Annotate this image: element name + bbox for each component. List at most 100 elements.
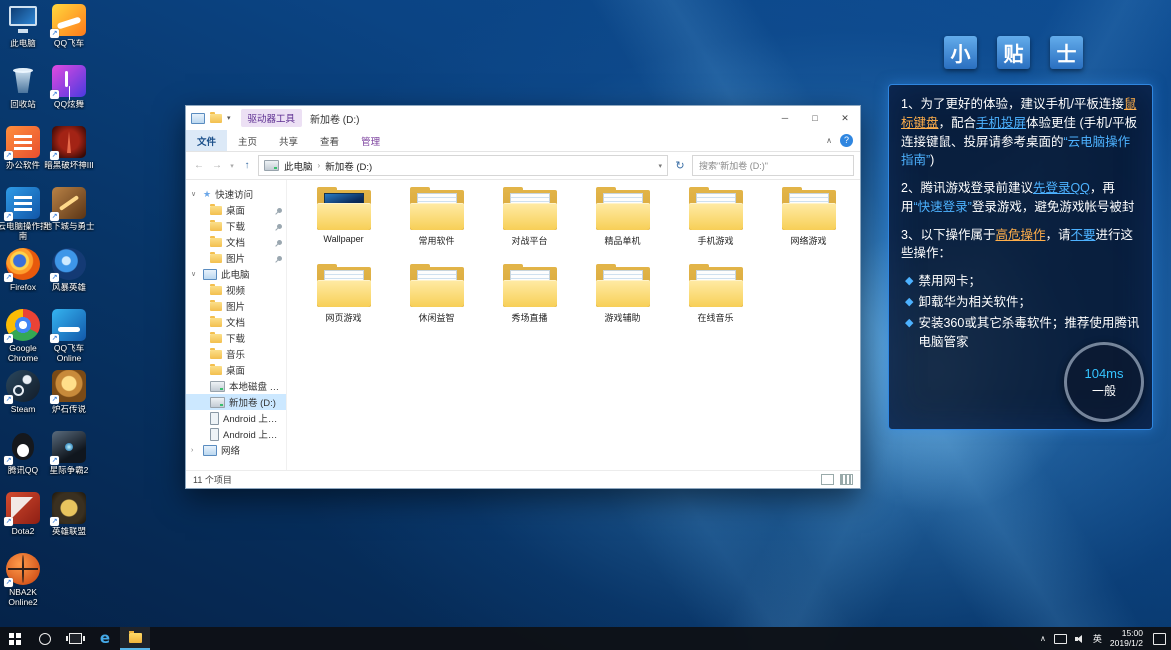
quick-access-toolbar[interactable]: ▾ <box>191 113 231 124</box>
tab-home[interactable]: 主页 <box>227 130 268 151</box>
details-view-icon[interactable] <box>821 474 834 485</box>
folder-item[interactable]: 网页游戏 <box>299 267 389 324</box>
desktop-icon-diablo3[interactable]: 暗黑破坏神III <box>46 126 92 187</box>
desktop-icon-tencent-qq[interactable]: 腾讯QQ <box>0 431 46 492</box>
desktop-icon-league-of-legends[interactable]: 英雄联盟 <box>46 492 92 553</box>
nav-item-new-volume-d[interactable]: 新加卷 (D:) <box>186 394 286 410</box>
volume-icon[interactable] <box>1075 634 1085 644</box>
desktop-icon-recycle-bin[interactable]: 回收站 <box>0 65 46 126</box>
nav-item-documents-pc[interactable]: 文档 <box>186 314 286 330</box>
folder-icon <box>317 190 371 230</box>
minimize-button[interactable]: ─ <box>770 106 800 130</box>
desktop-icon-qq-dance[interactable]: QQ炫舞 <box>46 65 92 126</box>
edge-button[interactable] <box>90 627 120 650</box>
desktop-icon-chrome[interactable]: Google Chrome <box>0 309 46 370</box>
nav-item-network[interactable]: ›网络 <box>186 442 286 458</box>
latency-badge[interactable]: 104ms 一般 <box>1064 342 1144 422</box>
tab-manage[interactable]: 管理 <box>350 130 391 151</box>
close-button[interactable]: ✕ <box>830 106 860 130</box>
nba2k-icon <box>6 553 40 585</box>
breadcrumb-current[interactable]: 新加卷 (D:) <box>325 159 372 173</box>
firefox-icon <box>6 248 40 280</box>
chevron-right-icon[interactable]: › <box>191 447 199 454</box>
input-language-indicator[interactable]: 英 <box>1093 632 1102 645</box>
maximize-button[interactable]: □ <box>800 106 830 130</box>
desktop-icon-firefox[interactable]: Firefox <box>0 248 46 309</box>
thumbnails-view-icon[interactable] <box>840 474 853 485</box>
tab-share[interactable]: 共享 <box>268 130 309 151</box>
nav-item-local-disk-c[interactable]: 本地磁盘 (C:) <box>186 378 286 394</box>
desktop-icon-steam[interactable]: Steam <box>0 370 46 431</box>
desktop-icon-dnf[interactable]: 地下城与勇士 <box>46 187 92 248</box>
hidden-icons-chevron-icon[interactable]: ∧ <box>1040 634 1046 643</box>
folder-item-wallpaper[interactable]: Wallpaper <box>299 190 389 247</box>
file-explorer-button[interactable] <box>120 627 150 650</box>
breadcrumb-root[interactable]: 此电脑 <box>284 159 313 173</box>
address-dropdown-icon[interactable]: ▾ <box>658 162 662 170</box>
desktop-icon-qq-speed-online[interactable]: QQ飞车 Online <box>46 309 92 370</box>
nav-item-documents[interactable]: 文档 <box>186 234 286 250</box>
nav-item-this-pc[interactable]: ∨此电脑 <box>186 266 286 282</box>
clock[interactable]: 15:00 2019/1/2 <box>1110 629 1143 648</box>
search-button[interactable] <box>30 627 60 650</box>
folder-item[interactable]: 对战平台 <box>485 190 575 247</box>
folder-item[interactable]: 手机游戏 <box>671 190 761 247</box>
tab-view[interactable]: 查看 <box>309 130 350 151</box>
nav-item-downloads-pc[interactable]: 下载 <box>186 330 286 346</box>
desktop-icon-hearthstone[interactable]: 炉石传说 <box>46 370 92 431</box>
nav-item-music[interactable]: 音乐 <box>186 346 286 362</box>
folder-icon <box>210 286 222 295</box>
desktop-icon-office[interactable]: 办公软件 <box>0 126 46 187</box>
forward-icon[interactable]: → <box>210 160 224 171</box>
folder-item[interactable]: 精品单机 <box>578 190 668 247</box>
display-icon[interactable] <box>1054 634 1067 644</box>
nav-item-pictures[interactable]: 图片 <box>186 250 286 266</box>
action-center-icon[interactable] <box>1153 633 1166 645</box>
chevron-down-icon[interactable]: ∨ <box>191 270 199 278</box>
league-of-legends-icon <box>52 492 86 524</box>
folder-item[interactable]: 秀场直播 <box>485 267 575 324</box>
tip-2: 2、腾讯游戏登录前建议先登录QQ，再用“快速登录”登录游戏，避免游戏帐号被封 <box>901 179 1140 217</box>
desktop-icon-dota2[interactable]: Dota2 <box>0 492 46 553</box>
nav-item-android-internal[interactable]: Android 上的内部... <box>186 426 286 442</box>
chevron-down-icon[interactable]: ∨ <box>191 190 199 198</box>
address-bar[interactable]: 此电脑 › 新加卷 (D:) ▾ <box>258 155 668 176</box>
desktop: 此电脑 回收站 办公软件 云电脑操作指南 Firefox Google Chro… <box>0 0 1171 650</box>
desktop-icon-heroes-of-storm[interactable]: 风暴英雄 <box>46 248 92 309</box>
folder-item[interactable]: 在线音乐 <box>671 267 761 324</box>
shortcut-arrow-icon <box>50 456 59 465</box>
search-input[interactable]: 搜索"新加卷 (D:)" <box>692 155 854 176</box>
desktop-icon-cloud-pc-guide[interactable]: 云电脑操作指南 <box>0 187 46 248</box>
nav-item-android-files[interactable]: Android 上的 文件 <box>186 410 286 426</box>
up-icon[interactable]: ↑ <box>240 160 254 171</box>
help-icon[interactable]: ? <box>840 134 853 147</box>
folder-item[interactable]: 网络游戏 <box>764 190 854 247</box>
nav-item-pictures-pc[interactable]: 图片 <box>186 298 286 314</box>
folder-item[interactable]: 常用软件 <box>392 190 482 247</box>
nav-item-downloads[interactable]: 下载 <box>186 218 286 234</box>
title-bar[interactable]: ▾ 驱动器工具 新加卷 (D:) ─ □ ✕ <box>186 106 860 130</box>
back-icon[interactable]: ← <box>192 160 206 171</box>
chevron-down-icon[interactable]: ▾ <box>227 114 231 122</box>
start-button[interactable] <box>0 627 30 650</box>
nav-item-desktop[interactable]: 桌面 <box>186 202 286 218</box>
task-view-button[interactable] <box>60 627 90 650</box>
desktop-icon-starcraft2[interactable]: 星际争霸2 <box>46 431 92 492</box>
desktop-icon-qq-speed[interactable]: QQ飞车 <box>46 4 92 65</box>
collapse-ribbon-icon[interactable]: ∧ <box>826 136 832 145</box>
folder-item[interactable]: 休闲益智 <box>392 267 482 324</box>
nav-item-desktop-pc[interactable]: 桌面 <box>186 362 286 378</box>
desktop-icon-this-pc[interactable]: 此电脑 <box>0 4 46 65</box>
tab-file[interactable]: 文件 <box>186 130 227 151</box>
explorer-main: ∨★快速访问 桌面 下载 文档 图片 ∨此电脑 视频 图片 文档 下载 音乐 桌… <box>186 180 860 470</box>
starcraft2-icon <box>52 431 86 463</box>
nav-item-quick-access[interactable]: ∨★快速访问 <box>186 186 286 202</box>
dota2-icon <box>6 492 40 524</box>
refresh-icon[interactable]: ↻ <box>672 159 688 172</box>
history-dropdown-icon[interactable]: ▾ <box>228 162 236 170</box>
nav-item-videos[interactable]: 视频 <box>186 282 286 298</box>
desktop-icon-nba2k[interactable]: NBA2K Online2 <box>0 553 46 614</box>
shortcut-arrow-icon <box>4 273 13 282</box>
qq-speed-icon <box>52 4 86 36</box>
folder-item[interactable]: 游戏辅助 <box>578 267 668 324</box>
